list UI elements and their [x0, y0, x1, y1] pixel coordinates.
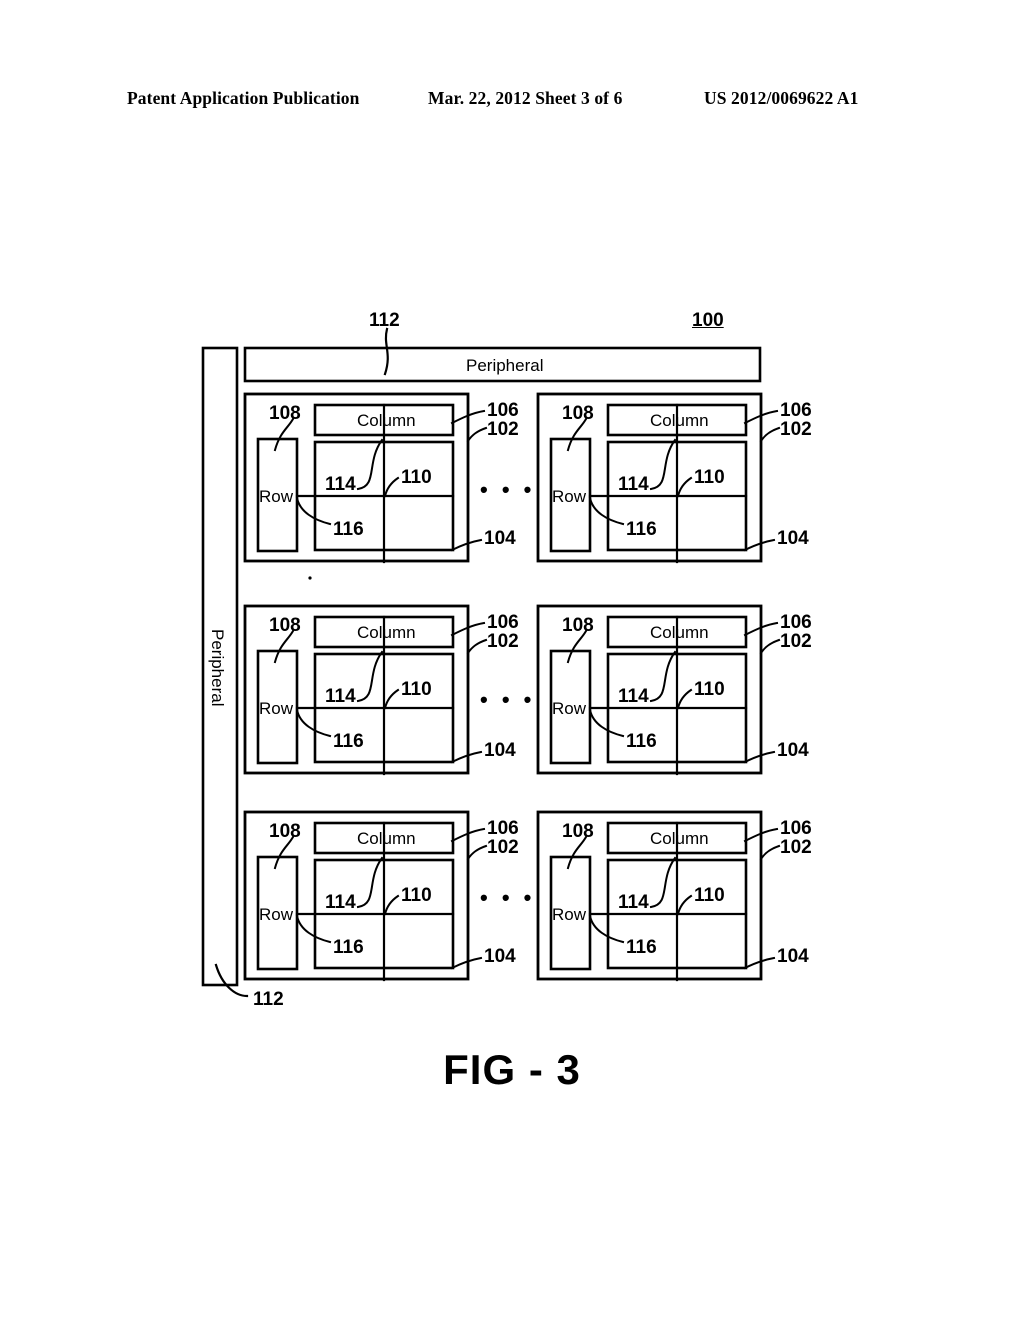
ref-114: 114: [325, 474, 356, 495]
ref-106: 106: [780, 400, 812, 421]
ref-116: 116: [626, 519, 657, 540]
ref-106: 106: [487, 400, 519, 421]
leader-102: [466, 844, 488, 861]
peripheral-top-label: Peripheral: [466, 356, 544, 375]
row-decoder-label: Row: [259, 487, 294, 506]
ref-108: 108: [562, 615, 594, 636]
ref-108: 108: [562, 403, 594, 424]
row-decoder-label: Row: [552, 905, 587, 924]
leader-102: [466, 638, 488, 655]
ref-114: 114: [618, 892, 649, 913]
scan-artifact-dot: [308, 576, 312, 580]
ref-104: 104: [484, 946, 516, 967]
ref-106: 106: [487, 818, 519, 839]
ref-114: 114: [618, 686, 649, 707]
ref-104: 104: [484, 528, 516, 549]
ref-102: 102: [487, 631, 519, 652]
figure-line-art: [201, 327, 781, 998]
ref-108: 108: [269, 403, 301, 424]
ref-112-top: 112: [369, 310, 400, 331]
ref-102: 102: [780, 419, 812, 440]
ref-110: 110: [694, 885, 725, 906]
ref-116: 116: [333, 519, 364, 540]
ref-114: 114: [618, 474, 649, 495]
ref-116: 116: [333, 937, 364, 958]
ref-102: 102: [487, 837, 519, 858]
ref-110: 110: [401, 467, 432, 488]
row-decoder-label: Row: [552, 699, 587, 718]
leader-102: [759, 426, 781, 443]
ref-106: 106: [780, 818, 812, 839]
ellipsis-row-2: • • •: [480, 687, 536, 712]
ref-110: 110: [401, 885, 432, 906]
patent-figure-3: 112 100 112 Peripheral Peripheral • • • …: [0, 0, 1024, 1320]
ref-108: 108: [269, 821, 301, 842]
ref-114: 114: [325, 686, 356, 707]
ref-114: 114: [325, 892, 356, 913]
ref-110: 110: [401, 679, 432, 700]
ref-110: 110: [694, 679, 725, 700]
ref-104: 104: [777, 528, 809, 549]
column-decoder-label: Column: [650, 829, 709, 848]
ref-116: 116: [626, 937, 657, 958]
ref-102: 102: [487, 419, 519, 440]
row-decoder-label: Row: [552, 487, 587, 506]
ref-106: 106: [487, 612, 519, 633]
column-decoder-label: Column: [357, 829, 416, 848]
figure-caption: FIG - 3: [443, 1046, 581, 1093]
column-decoder-label: Column: [650, 623, 709, 642]
row-decoder-label: Row: [259, 699, 294, 718]
column-decoder-label: Column: [357, 411, 416, 430]
ref-104: 104: [484, 740, 516, 761]
ref-116: 116: [626, 731, 657, 752]
ref-112-bottom: 112: [253, 989, 284, 1010]
leader-102: [759, 638, 781, 655]
leader-102: [759, 844, 781, 861]
column-decoder-label: Column: [357, 623, 416, 642]
ref-108: 108: [562, 821, 594, 842]
leader-102: [466, 426, 488, 443]
ref-102: 102: [780, 837, 812, 858]
ref-100-overall: 100: [692, 310, 724, 331]
ref-102: 102: [780, 631, 812, 652]
ref-106: 106: [780, 612, 812, 633]
ref-110: 110: [694, 467, 725, 488]
ref-104: 104: [777, 740, 809, 761]
row-decoder-label: Row: [259, 905, 294, 924]
ref-104: 104: [777, 946, 809, 967]
ref-108: 108: [269, 615, 301, 636]
column-decoder-label: Column: [650, 411, 709, 430]
ref-116: 116: [333, 731, 364, 752]
ellipsis-row-1: • • •: [480, 477, 536, 502]
ellipsis-row-3: • • •: [480, 885, 536, 910]
peripheral-left-label: Peripheral: [208, 629, 227, 707]
